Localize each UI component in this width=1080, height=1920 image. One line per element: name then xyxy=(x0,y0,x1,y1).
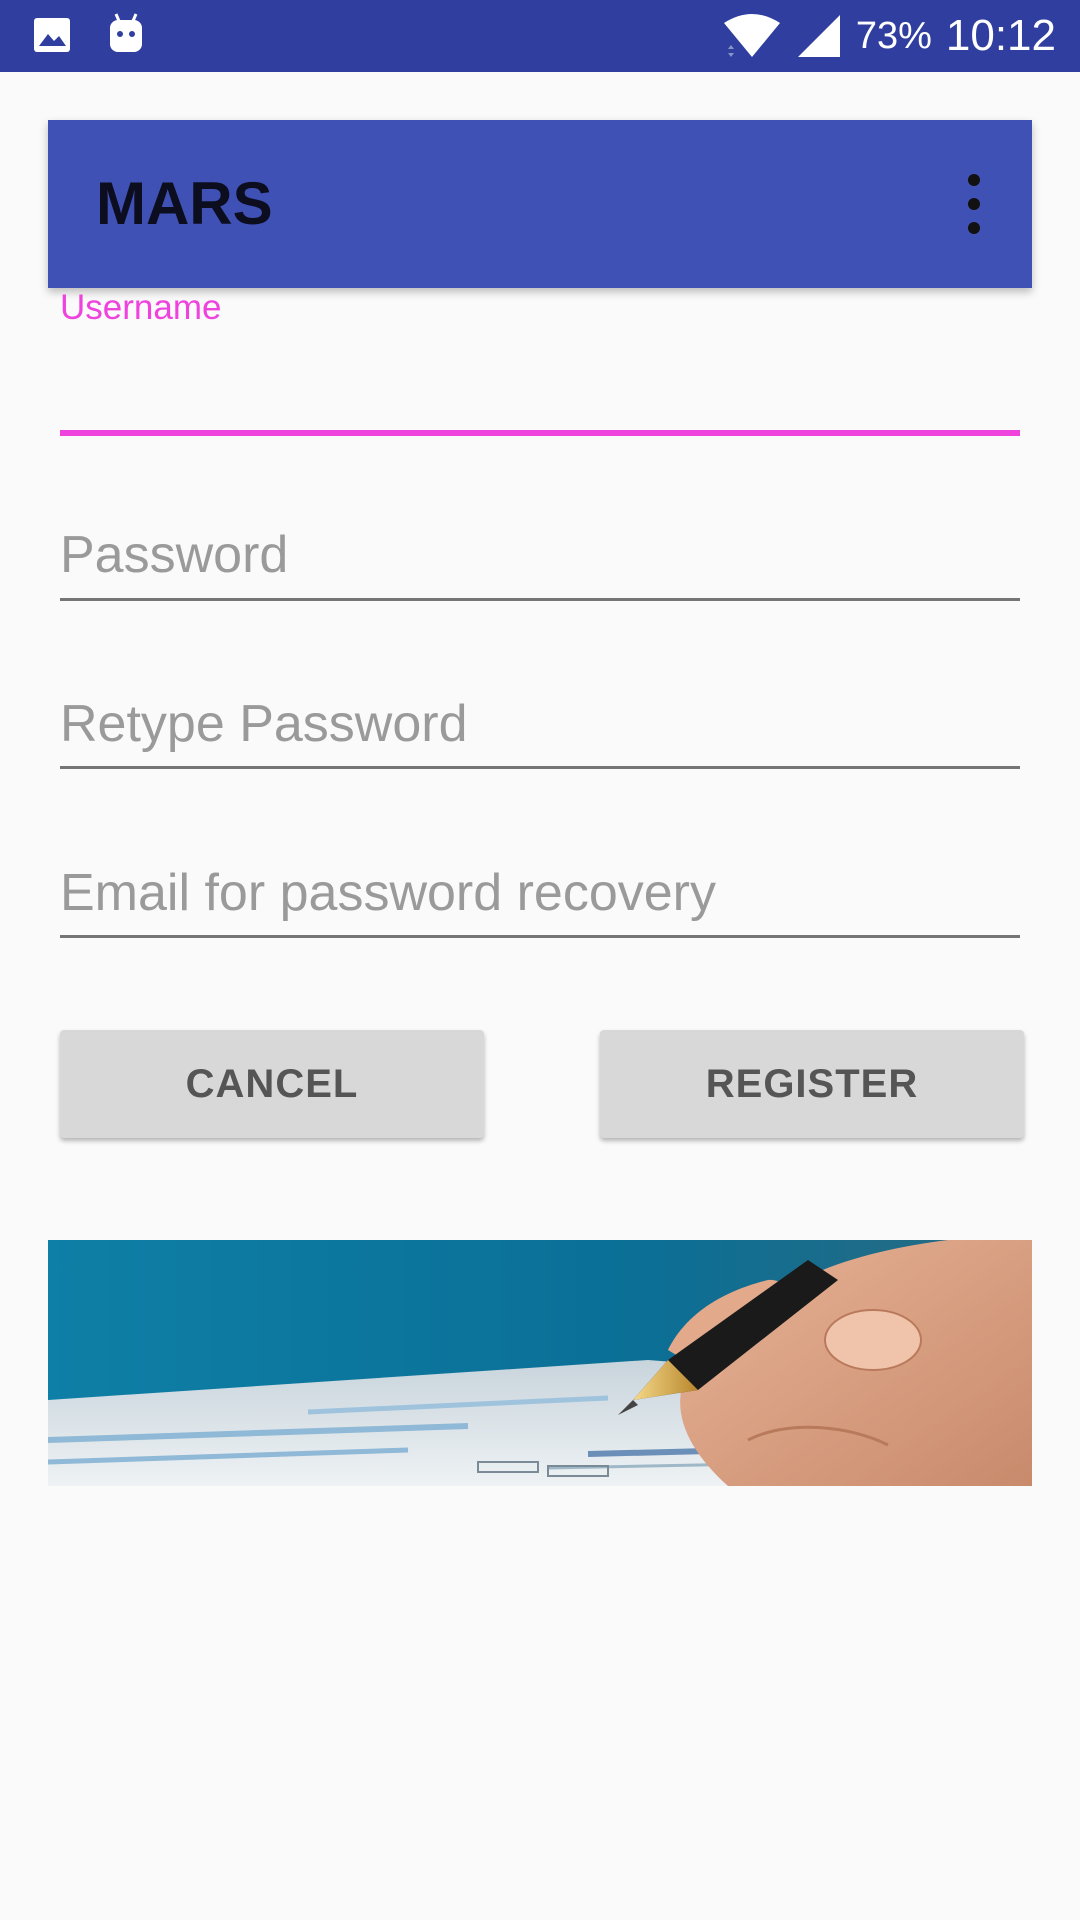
password-field xyxy=(60,520,1020,610)
username-input[interactable] xyxy=(60,346,1020,416)
email-input[interactable] xyxy=(60,858,1020,928)
username-field: Username xyxy=(60,288,1020,438)
status-bar: 73% 10:12 xyxy=(0,0,1080,72)
signal-icon xyxy=(797,15,840,57)
status-left-icons xyxy=(32,12,146,56)
username-label: Username xyxy=(60,288,222,327)
username-underline xyxy=(60,430,1020,436)
signing-banner-image xyxy=(48,1240,1032,1486)
app-bar: MARS xyxy=(48,120,1032,288)
hand-with-pen-illustration xyxy=(48,1240,1032,1486)
image-icon xyxy=(34,18,70,52)
register-button[interactable]: REGISTER xyxy=(600,1030,1024,1138)
android-icon xyxy=(110,13,142,52)
retype-password-underline xyxy=(60,766,1020,769)
app-title: MARS xyxy=(96,170,273,237)
retype-password-input[interactable] xyxy=(60,689,1020,759)
status-right: 73% 10:12 xyxy=(722,0,1056,72)
more-vert-icon[interactable] xyxy=(956,174,992,234)
password-underline xyxy=(60,598,1020,601)
retype-password-field xyxy=(60,689,1020,779)
cancel-button[interactable]: CANCEL xyxy=(60,1030,484,1138)
menu-dot xyxy=(968,198,980,210)
email-underline xyxy=(60,935,1020,938)
wifi-icon xyxy=(723,14,780,57)
password-input[interactable] xyxy=(60,520,1020,590)
clock: 10:12 xyxy=(945,11,1056,60)
email-field xyxy=(60,858,1020,948)
menu-dot xyxy=(968,174,980,186)
battery-percentage: 73% xyxy=(855,14,932,57)
menu-dot xyxy=(968,222,980,234)
